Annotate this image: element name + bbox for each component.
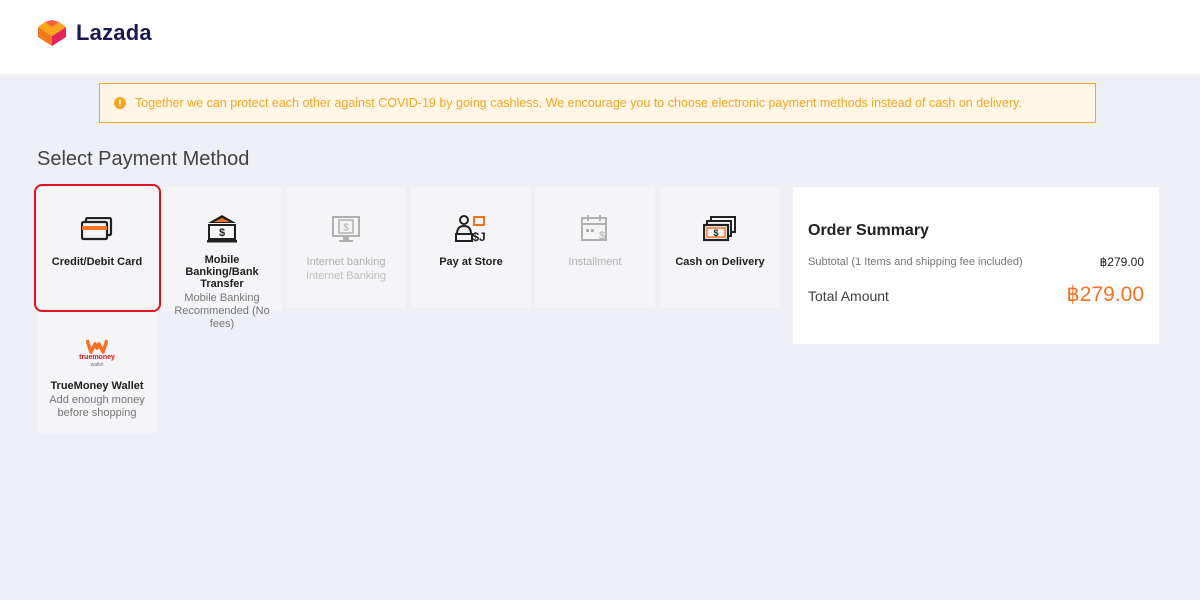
svg-text:$: $ [343, 223, 349, 234]
payment-option-installment: $ Installment [535, 187, 655, 308]
selected-option-highlight [34, 184, 161, 312]
payment-option-label: Mobile Banking/Bank Transfer [185, 254, 259, 290]
monitor-dollar-icon: $ [329, 214, 363, 244]
payment-option-sublabel: Add enough money before shopping [49, 394, 145, 419]
payment-option-sublabel: Mobile Banking Recommended (No fees) [174, 292, 270, 330]
total-amount-value: ฿279.00 [1066, 283, 1144, 306]
payment-option-label: Internet banking [306, 256, 386, 268]
store-payment-icon: $J [454, 214, 488, 244]
payment-option-mobile-banking[interactable]: $ Mobile Banking/Bank Transfer Mobile Ba… [162, 187, 282, 330]
truemoney-logo-icon: truemoney wallet [79, 336, 115, 370]
header: Lazada [0, 0, 1200, 74]
truemoney-logo-subtext: wallet [90, 362, 104, 368]
logo-text: Lazada [76, 20, 152, 45]
payment-option-internet-banking: $ Internet banking Internet Banking [286, 187, 406, 308]
subtotal-label: Subtotal (1 Items and shipping fee inclu… [808, 256, 1023, 268]
total-amount-label: Total Amount [808, 288, 889, 304]
payment-option-label: Installment [568, 256, 622, 268]
svg-text:$J: $J [472, 230, 485, 244]
order-summary-title: Order Summary [808, 222, 929, 239]
payment-option-label: TrueMoney Wallet [50, 380, 144, 392]
payment-option-cash-on-delivery[interactable]: $ Cash on Delivery [660, 187, 780, 308]
calendar-dollar-icon: $ [578, 214, 612, 244]
payment-option-pay-at-store[interactable]: $J Pay at Store [411, 187, 531, 308]
payment-option-label: Cash on Delivery [675, 256, 765, 268]
notice-text: Together we can protect each other again… [135, 96, 1022, 110]
payment-option-label: Pay at Store [439, 256, 503, 268]
svg-text:$: $ [599, 230, 605, 242]
covid-notice-banner: ! Together we can protect each other aga… [99, 83, 1096, 123]
page-title: Select Payment Method [37, 148, 250, 170]
truemoney-logo-text: truemoney [79, 354, 115, 361]
svg-text:$: $ [219, 227, 225, 239]
svg-text:$: $ [713, 228, 718, 238]
lazada-logo[interactable]: Lazada [36, 19, 152, 47]
payment-option-sublabel: Internet Banking [305, 270, 387, 282]
lazada-heart-icon [38, 20, 66, 46]
bank-icon: $ [205, 214, 239, 244]
cash-icon: $ [703, 214, 737, 244]
payment-option-truemoney-wallet[interactable]: truemoney wallet TrueMoney Wallet Add en… [37, 312, 157, 433]
subtotal-value: ฿279.00 [1099, 255, 1144, 269]
info-icon: ! [114, 97, 126, 109]
order-summary-panel: Order Summary Subtotal (1 Items and ship… [793, 187, 1159, 344]
